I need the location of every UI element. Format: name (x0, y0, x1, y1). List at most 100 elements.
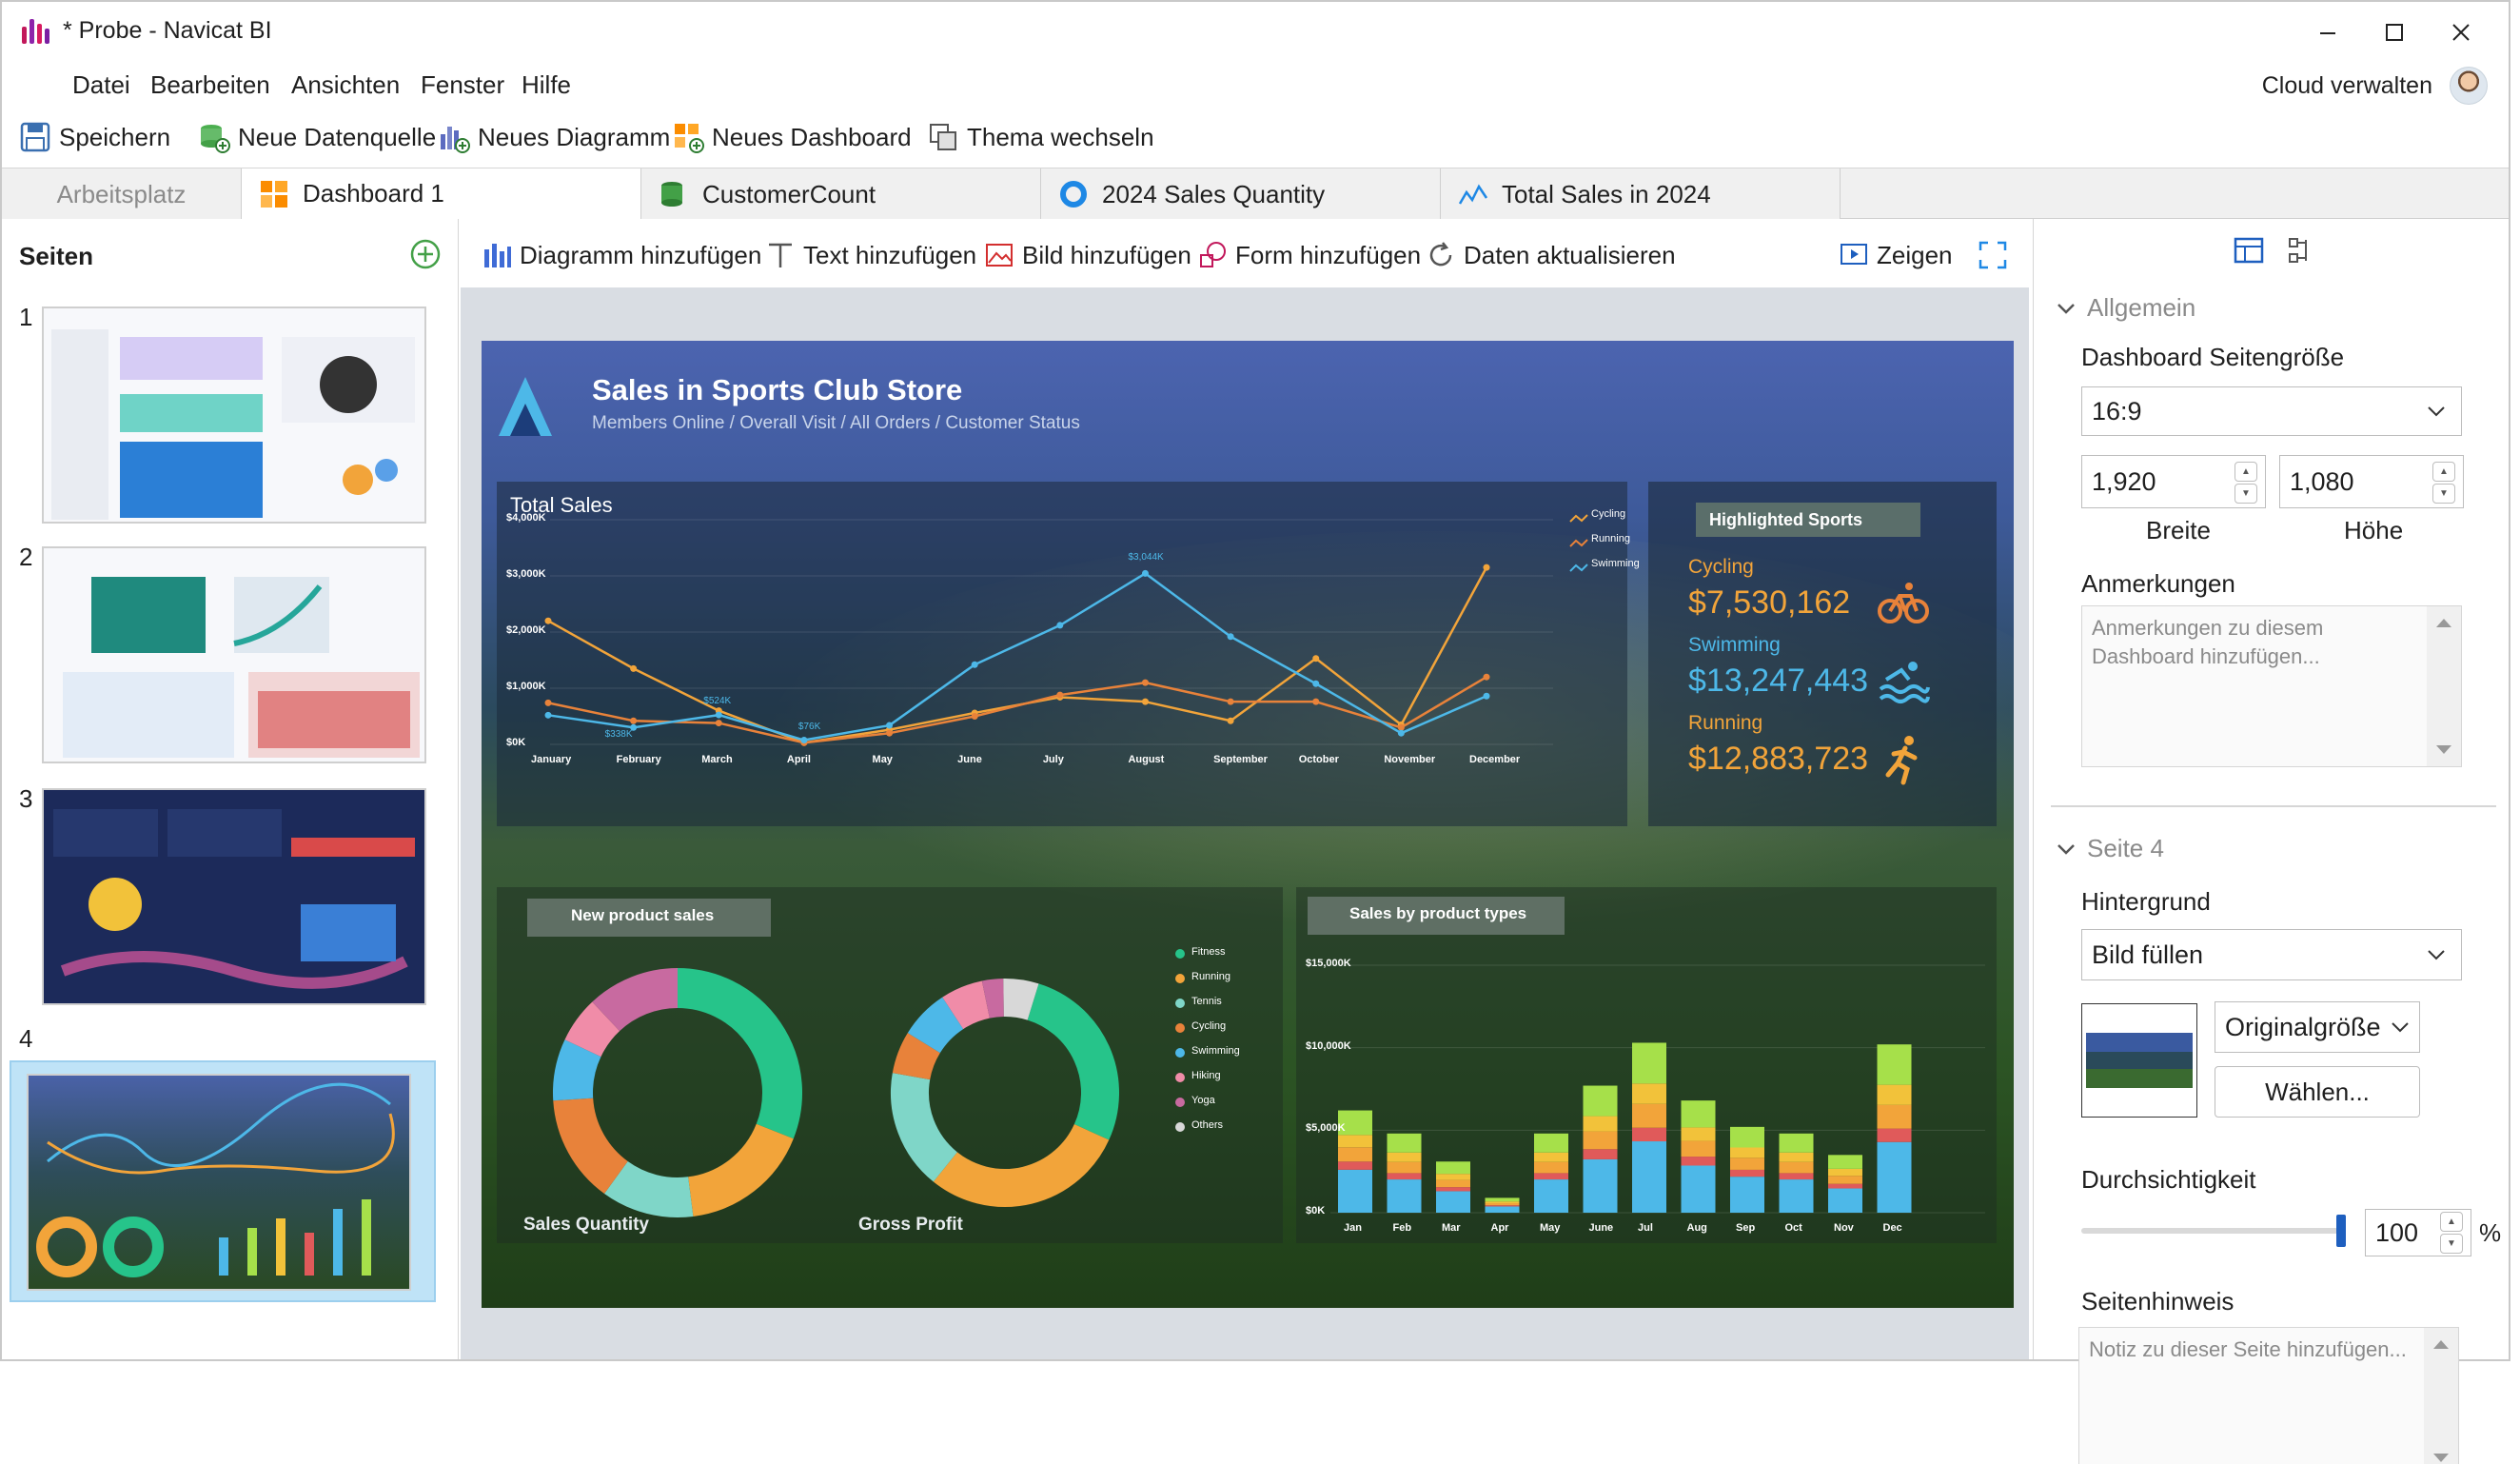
cycling-series-point[interactable] (544, 617, 552, 624)
add-page-icon[interactable] (409, 238, 442, 270)
close-button[interactable] (2432, 11, 2490, 53)
scroll-up-icon[interactable] (2434, 616, 2453, 629)
running-series-point[interactable] (1483, 673, 1490, 681)
maximize-button[interactable] (2366, 11, 2423, 53)
bar-segment[interactable] (1730, 1147, 1764, 1158)
bar-segment[interactable] (1387, 1161, 1422, 1174)
bar-segment[interactable] (1338, 1147, 1372, 1162)
bar-segment[interactable] (1436, 1187, 1470, 1192)
opacity-input[interactable]: 100 ▲ ▼ (2365, 1209, 2471, 1256)
page-hint-scrollbar[interactable] (2424, 1328, 2458, 1464)
bar-segment[interactable] (1877, 1084, 1912, 1105)
bar-segment[interactable] (1632, 1141, 1666, 1213)
running-series-point[interactable] (971, 713, 978, 720)
bar-segment[interactable] (1681, 1127, 1716, 1141)
donut-slice[interactable] (1003, 979, 1039, 1020)
running-series-point[interactable] (544, 699, 552, 706)
show-button[interactable]: Zeigen (1839, 236, 1953, 274)
bar-segment[interactable] (1779, 1133, 1814, 1153)
scroll-down-icon[interactable] (2431, 1452, 2451, 1464)
bar-segment[interactable] (1387, 1152, 1422, 1162)
swimming-series-point[interactable] (1483, 692, 1490, 700)
bar-segment[interactable] (1387, 1179, 1422, 1213)
bar-segment[interactable] (1632, 1083, 1666, 1104)
donut-slice[interactable] (564, 1001, 620, 1058)
cloud-manage-link[interactable]: Cloud verwalten (2262, 72, 2432, 100)
bar-segment[interactable] (1877, 1044, 1912, 1085)
save-button[interactable]: Speichern (19, 116, 170, 158)
structure-icon[interactable] (2287, 236, 2315, 265)
bar-segment[interactable] (1681, 1165, 1716, 1213)
add-text-button[interactable]: Text hinzufügen (765, 236, 976, 274)
bar-segment[interactable] (1681, 1140, 1716, 1157)
bar-segment[interactable] (1779, 1161, 1814, 1174)
background-image-preview[interactable] (2081, 1003, 2197, 1118)
new-dashboard-button[interactable]: Neues Dashboard (672, 116, 912, 158)
running-series-point[interactable] (1141, 679, 1149, 686)
tab-dashboard-1[interactable]: Dashboard 1 (242, 168, 641, 220)
new-chart-button[interactable]: Neues Diagramm (438, 116, 670, 158)
donut-slice[interactable] (553, 1039, 601, 1101)
bar-segment[interactable] (1534, 1161, 1568, 1174)
donut-slice[interactable] (942, 980, 991, 1030)
bar-segment[interactable] (1828, 1183, 1862, 1189)
bar-segment[interactable] (1338, 1169, 1372, 1213)
bar-segment[interactable] (1632, 1103, 1666, 1128)
scroll-up-icon[interactable] (2431, 1337, 2451, 1351)
bar-segment[interactable] (1730, 1126, 1764, 1148)
refresh-data-button[interactable]: Daten aktualisieren (1426, 236, 1676, 274)
tab-customercount[interactable]: CustomerCount (641, 168, 1041, 220)
bar-segment[interactable] (1877, 1141, 1912, 1213)
cycling-series-point[interactable] (630, 664, 638, 672)
opacity-slider-thumb[interactable] (2336, 1215, 2346, 1247)
height-stepper[interactable]: ▲ ▼ (2432, 462, 2455, 504)
section-general[interactable]: Allgemein (2057, 293, 2195, 323)
menu-fenster[interactable]: Fenster (421, 70, 504, 100)
bar-segment[interactable] (1485, 1203, 1520, 1206)
tab-2024-sales-quantity[interactable]: 2024 Sales Quantity (1041, 168, 1441, 220)
bar-segment[interactable] (1779, 1173, 1814, 1180)
add-shape-button[interactable]: Form hinzufügen (1197, 236, 1421, 274)
menu-hilfe[interactable]: Hilfe (522, 70, 571, 100)
user-avatar[interactable] (2450, 67, 2488, 105)
bar-segment[interactable] (1338, 1161, 1372, 1170)
menu-bearbeiten[interactable]: Bearbeiten (150, 70, 270, 100)
page-thumbnail-2[interactable] (42, 546, 426, 763)
bar-segment[interactable] (1485, 1201, 1520, 1204)
swimming-series-point[interactable] (1312, 680, 1320, 687)
donut-slice[interactable] (604, 1160, 694, 1217)
menu-datei[interactable]: Datei (72, 70, 130, 100)
swimming-series-point[interactable] (544, 711, 552, 719)
swimming-series-point[interactable] (1141, 569, 1149, 577)
bar-segment[interactable] (1877, 1128, 1912, 1142)
bar-segment[interactable] (1583, 1116, 1618, 1132)
notes-textarea[interactable]: Anmerkungen zu diesem Dashboard hinzufüg… (2081, 605, 2462, 767)
running-series-point[interactable] (1227, 698, 1234, 705)
swimming-series-point[interactable] (715, 711, 722, 719)
donut-slice[interactable] (981, 979, 1005, 1019)
bar-segment[interactable] (1436, 1179, 1470, 1188)
bar-segment[interactable] (1436, 1174, 1470, 1180)
background-fill-select[interactable]: Bild füllen (2081, 929, 2462, 980)
total-sales-panel[interactable] (497, 482, 1627, 826)
tab-total-sales-2024[interactable]: Total Sales in 2024 (1441, 168, 1841, 220)
width-input[interactable]: 1,920 ▲ ▼ (2081, 455, 2266, 508)
new-datasource-button[interactable]: Neue Datenquelle (198, 116, 436, 158)
bar-segment[interactable] (1534, 1173, 1568, 1180)
tab-workspace[interactable]: Arbeitsplatz (2, 168, 242, 220)
running-series-point[interactable] (630, 717, 638, 724)
bar-segment[interactable] (1485, 1205, 1520, 1207)
page-thumbnail-4[interactable] (27, 1074, 411, 1291)
swimming-series-point[interactable] (800, 737, 808, 744)
bar-segment[interactable] (1632, 1127, 1666, 1142)
swimming-series-point[interactable] (1056, 622, 1064, 629)
cycling-series-point[interactable] (1141, 698, 1149, 705)
bar-segment[interactable] (1779, 1179, 1814, 1213)
opacity-slider-track[interactable] (2081, 1228, 2338, 1234)
page-thumbnail-1[interactable] (42, 307, 426, 524)
bar-segment[interactable] (1387, 1133, 1422, 1153)
switch-theme-button[interactable]: Thema wechseln (927, 116, 1154, 158)
bar-segment[interactable] (1583, 1131, 1618, 1150)
bar-segment[interactable] (1583, 1149, 1618, 1159)
bar-segment[interactable] (1828, 1168, 1862, 1177)
